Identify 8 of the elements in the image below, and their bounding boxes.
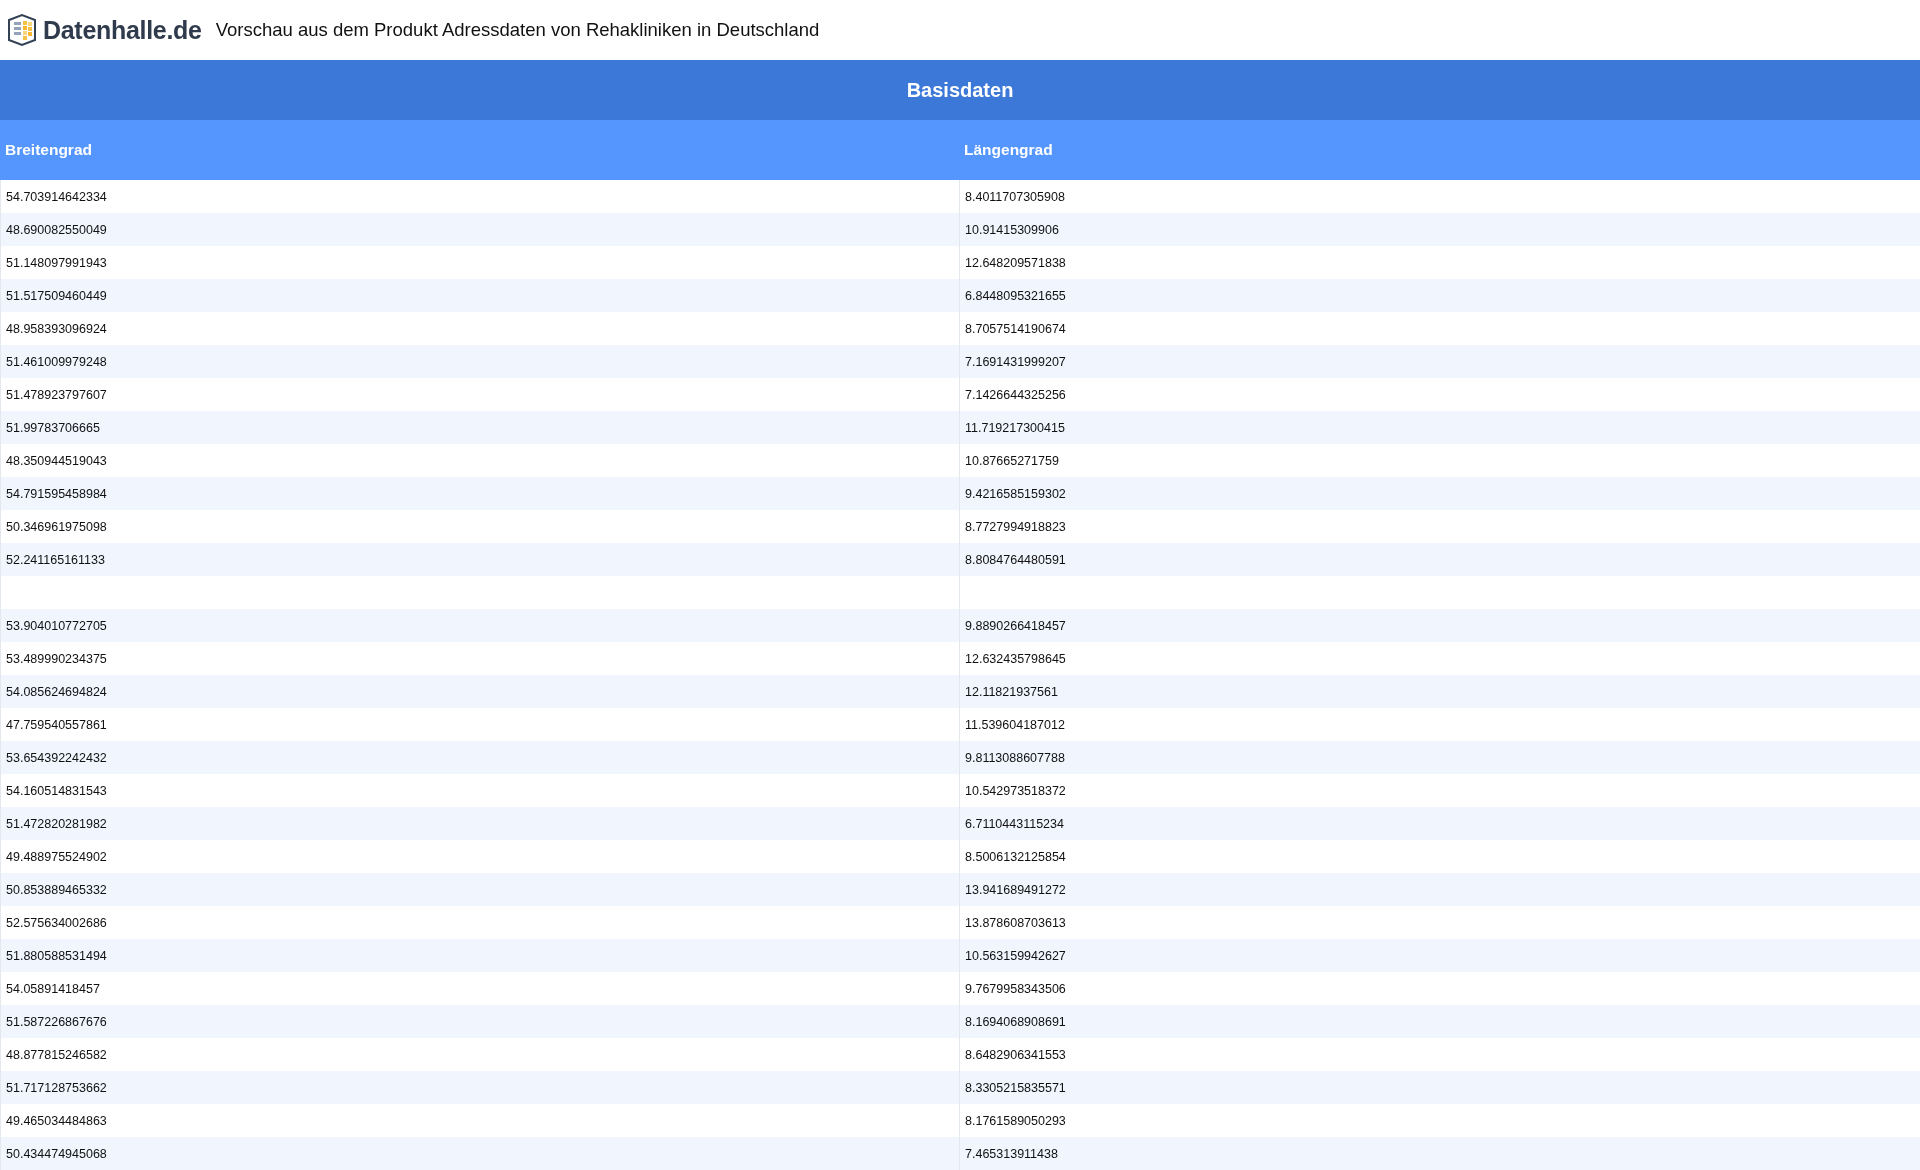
page-title: Vorschau aus dem Produkt Adressdaten von Rehakliniken in Deutschland (215, 19, 820, 41)
logo-wordmark[interactable]: Datenhalle.de (43, 15, 202, 45)
table-caption: Basisdaten (0, 60, 1920, 120)
table-cell: 50.434474945068 (0, 1137, 959, 1170)
column-header: Längengrad (963, 140, 1054, 160)
table-cell: 7.465313911438 (959, 1137, 1920, 1170)
database-stack-icon (5, 13, 39, 47)
column-header: Breitengrad (4, 140, 93, 160)
